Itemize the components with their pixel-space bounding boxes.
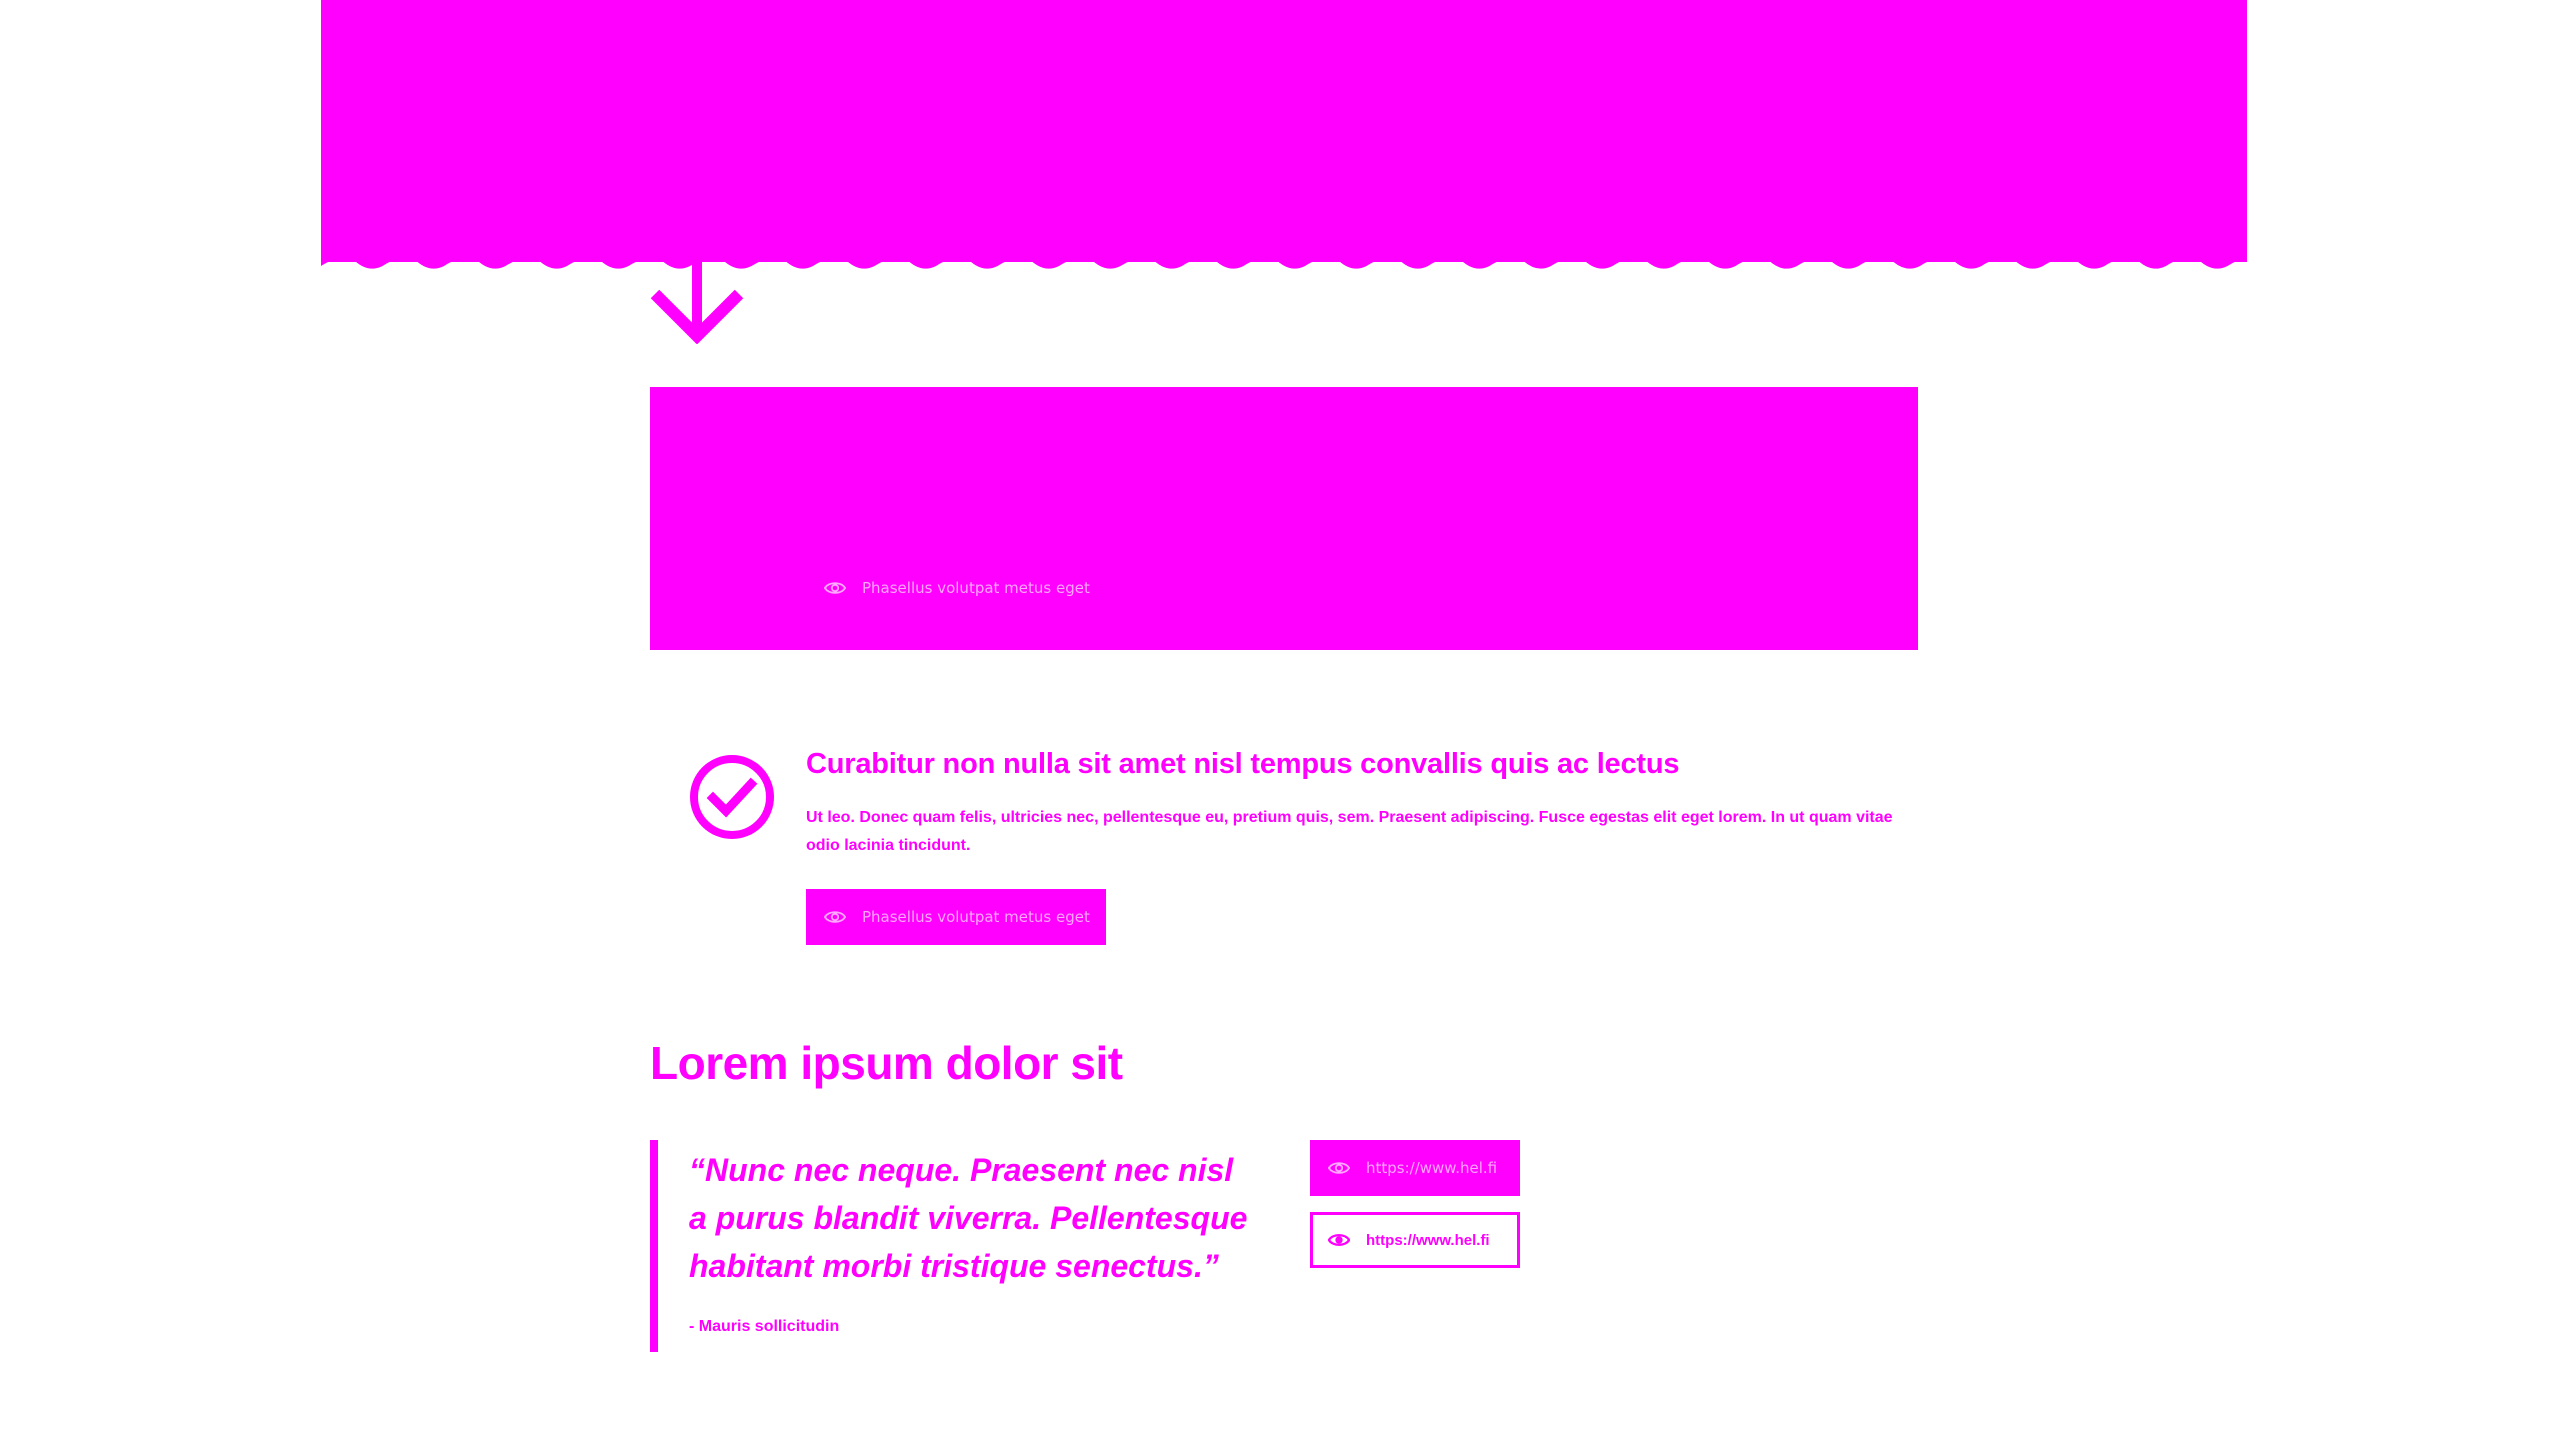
eye-icon: [824, 911, 846, 923]
check-section-title: Curabitur non nulla sit amet nisl tempus…: [806, 748, 1680, 780]
eye-icon: [1328, 1234, 1350, 1246]
feature-card: [650, 387, 1918, 650]
wave-divider: [321, 256, 2247, 269]
quote-author: - Mauris sollicitudin: [689, 1318, 840, 1335]
link-button-outline-label: https://www.hel.fi: [1366, 1231, 1490, 1249]
quote-text: “Nunc nec neque. Praesent nec nisl a pur…: [689, 1152, 1248, 1284]
section-heading: Lorem ipsum dolor sit: [650, 1037, 1123, 1089]
arrow-down-icon[interactable]: [649, 258, 745, 344]
check-section-body: Ut leo. Donec quam felis, ultricies nec,…: [806, 809, 1893, 854]
eye-icon: [1328, 1162, 1350, 1174]
link-button-filled[interactable]: https://www.hel.fi: [1310, 1140, 1520, 1196]
quote-bar: [650, 1140, 658, 1352]
check-section-button-label: Phasellus volutpat metus eget: [862, 908, 1090, 926]
feature-link-label: Phasellus volutpat metus eget: [862, 579, 1090, 597]
page: Phasellus volutpat metus eget Curabitur …: [0, 0, 2560, 1440]
eye-icon: [824, 582, 846, 594]
link-button-filled-label: https://www.hel.fi: [1366, 1159, 1498, 1177]
link-button-outline[interactable]: https://www.hel.fi: [1310, 1212, 1520, 1268]
feature-link[interactable]: Phasellus volutpat metus eget: [824, 576, 1090, 600]
hero-banner: [321, 0, 2247, 262]
check-section-button[interactable]: Phasellus volutpat metus eget: [806, 889, 1106, 945]
check-circle-icon: [690, 755, 774, 839]
